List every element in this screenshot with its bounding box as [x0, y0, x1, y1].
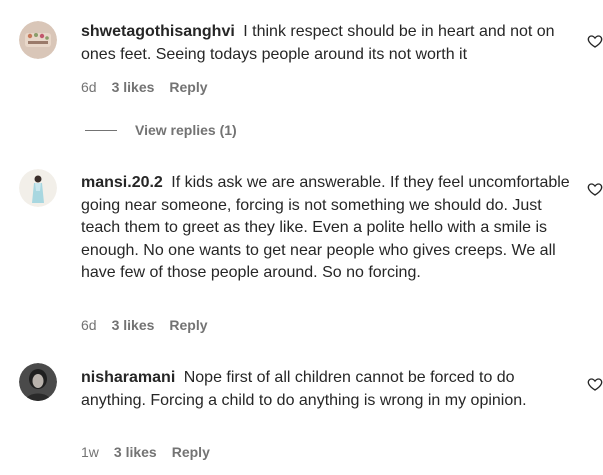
reply-button[interactable]: Reply [172, 444, 210, 460]
comment-time[interactable]: 6d [81, 79, 97, 95]
comment-body: shwetagothisanghvi I think respect shoul… [81, 21, 571, 66]
comment-likes[interactable]: 3 likes [112, 317, 155, 333]
comment-likes[interactable]: 3 likes [112, 79, 155, 95]
avatar[interactable] [19, 169, 57, 207]
comment-username[interactable]: mansi.20.2 [81, 174, 163, 191]
comment-meta: 6d 3 likes Reply [81, 79, 223, 95]
view-replies-button[interactable]: View replies (1) [85, 122, 237, 138]
reply-button[interactable]: Reply [169, 79, 207, 95]
heart-outline-icon[interactable] [587, 33, 603, 49]
reply-button[interactable]: Reply [169, 317, 207, 333]
comment-meta: 6d 3 likes Reply [81, 317, 223, 333]
comment-username[interactable]: nisharamani [81, 369, 175, 386]
heart-outline-icon[interactable] [587, 376, 603, 392]
comment-time[interactable]: 6d [81, 317, 97, 333]
comment-body: mansi.20.2 If kids ask we are answerable… [81, 172, 571, 285]
heart-outline-icon[interactable] [587, 181, 603, 197]
view-replies-label: View replies (1) [135, 122, 237, 138]
avatar[interactable] [19, 363, 57, 401]
avatar[interactable] [19, 21, 57, 59]
comment-username[interactable]: shwetagothisanghvi [81, 23, 235, 40]
comment-body: nisharamani Nope first of all children c… [81, 367, 571, 412]
comment-meta: 1w 3 likes Reply [81, 444, 225, 460]
divider [85, 129, 117, 131]
comment-likes[interactable]: 3 likes [114, 444, 157, 460]
comment-time[interactable]: 1w [81, 444, 99, 460]
